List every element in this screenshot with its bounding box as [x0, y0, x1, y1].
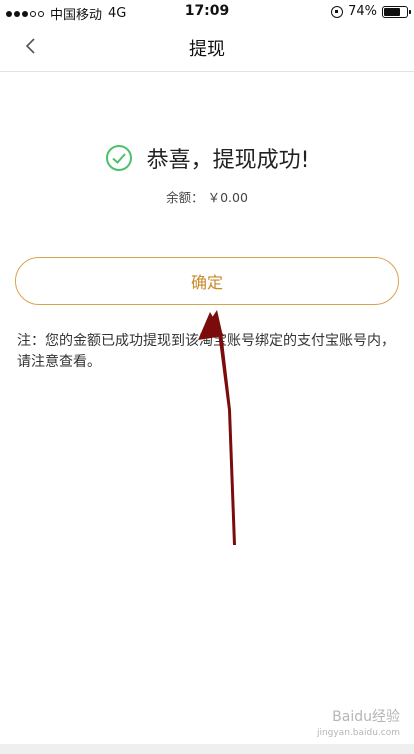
- annotation-arrow-icon: [198, 310, 236, 545]
- success-message: 恭喜，提现成功!: [146, 148, 310, 173]
- balance-label: 余额：: [166, 190, 204, 205]
- watermark-brand: Baidu经验: [332, 709, 400, 725]
- watermark: Baidu经验 jingyan.baidu.com: [317, 706, 400, 738]
- status-right: 74%: [331, 4, 411, 19]
- nav-bar: 提现: [0, 22, 414, 72]
- balance-row: 余额： ￥0.00: [0, 187, 414, 206]
- battery-icon: [382, 5, 411, 18]
- page-title: 提现: [189, 39, 225, 60]
- screen: 中国移动 4G 17:09 74% 提现 恭喜，提现成功! 余额： ￥0.00 …: [0, 0, 414, 754]
- bottom-strip: [0, 744, 414, 754]
- status-bar: 中国移动 4G 17:09 74%: [0, 0, 414, 23]
- battery-percent: 74%: [348, 4, 377, 19]
- balance-value: ￥0.00: [207, 190, 248, 205]
- check-circle-icon: [105, 145, 132, 171]
- rotation-lock-icon: [331, 5, 344, 18]
- watermark-url: jingyan.baidu.com: [316, 728, 400, 738]
- confirm-button[interactable]: 确定: [15, 257, 399, 305]
- battery-fill: [384, 7, 401, 16]
- note-text: 注：您的金额已成功提现到该淘宝账号绑定的支付宝账号内，请注意查看。: [17, 333, 395, 370]
- success-row: 恭喜，提现成功!: [0, 140, 414, 176]
